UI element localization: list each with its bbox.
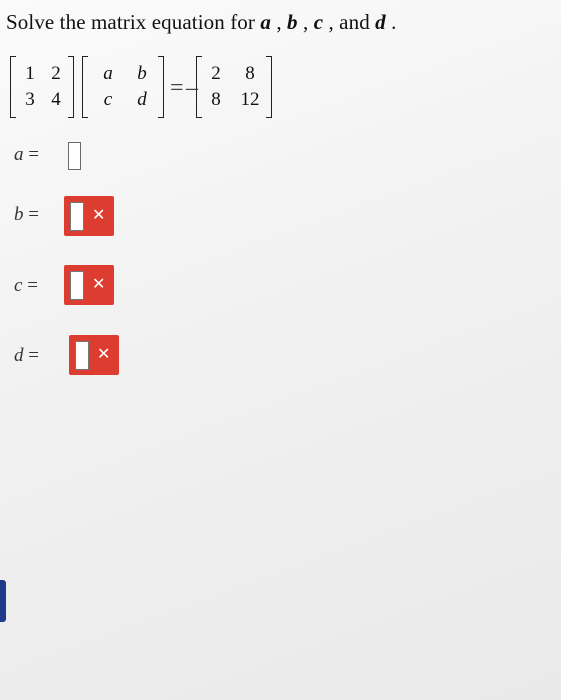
answer-row-c: c = ✕ [14,265,154,305]
close-icon: ✕ [92,274,106,293]
var-b: b [287,10,298,34]
close-icon: ✕ [92,205,106,224]
matrix-unknowns: a b c d [82,56,164,118]
question-suffix: . [385,10,397,34]
var-d: d [375,10,386,34]
bracket-right [266,56,272,118]
edge-marker [0,580,6,622]
incorrect-badge-b: ✕ [64,196,114,236]
incorrect-badge-c: ✕ [64,265,114,305]
var-a: a [260,10,271,34]
question-text: Solve the matrix equation for a , b , c … [6,10,396,35]
matrix-a-cell: 2 [51,63,61,84]
matrix-x-cell: b [137,63,147,84]
matrix-a-cell: 3 [25,89,35,110]
bracket-left [196,56,202,118]
var-c: c [313,10,324,34]
bracket-right [158,56,164,118]
answer-row-a: a = [14,142,134,172]
close-icon: ✕ [97,344,111,363]
matrix-result-cell: 12 [240,89,260,110]
answer-input-b[interactable] [70,202,84,231]
matrix-x-cell: d [137,89,147,110]
answer-label-c: c = [14,275,38,296]
bracket-left [82,56,88,118]
question-sep-1: , [270,10,288,34]
matrix-a-cell: 4 [51,89,61,110]
question-sep-2: , [297,10,314,34]
question-prefix: Solve the matrix equation for [6,10,261,34]
answer-input-a[interactable] [68,142,81,170]
answer-input-d[interactable] [75,341,89,370]
matrix-x-cell: a [103,63,113,84]
matrix-result-cell: 8 [245,63,255,84]
answer-label-b: b = [14,204,39,225]
answer-label-a: a = [14,144,39,165]
matrix-result: 2 8 8 12 [196,56,272,118]
matrix-x-cell: c [103,89,113,110]
answer-row-d: d = ✕ [14,335,154,375]
bracket-right [68,56,74,118]
answer-label-d: d = [14,345,39,366]
matrix-a-cell: 1 [25,63,35,84]
matrix-result-cell: 2 [211,63,221,84]
matrix-result-cell: 8 [211,89,221,110]
incorrect-badge-d: ✕ [69,335,119,375]
answer-input-c[interactable] [70,271,84,300]
matrix-coefficients: 1 2 3 4 [10,56,74,118]
question-sep-3: , and [323,10,376,34]
equals-sign: = [170,75,184,101]
answer-row-b: b = ✕ [14,196,154,236]
bracket-left [10,56,16,118]
